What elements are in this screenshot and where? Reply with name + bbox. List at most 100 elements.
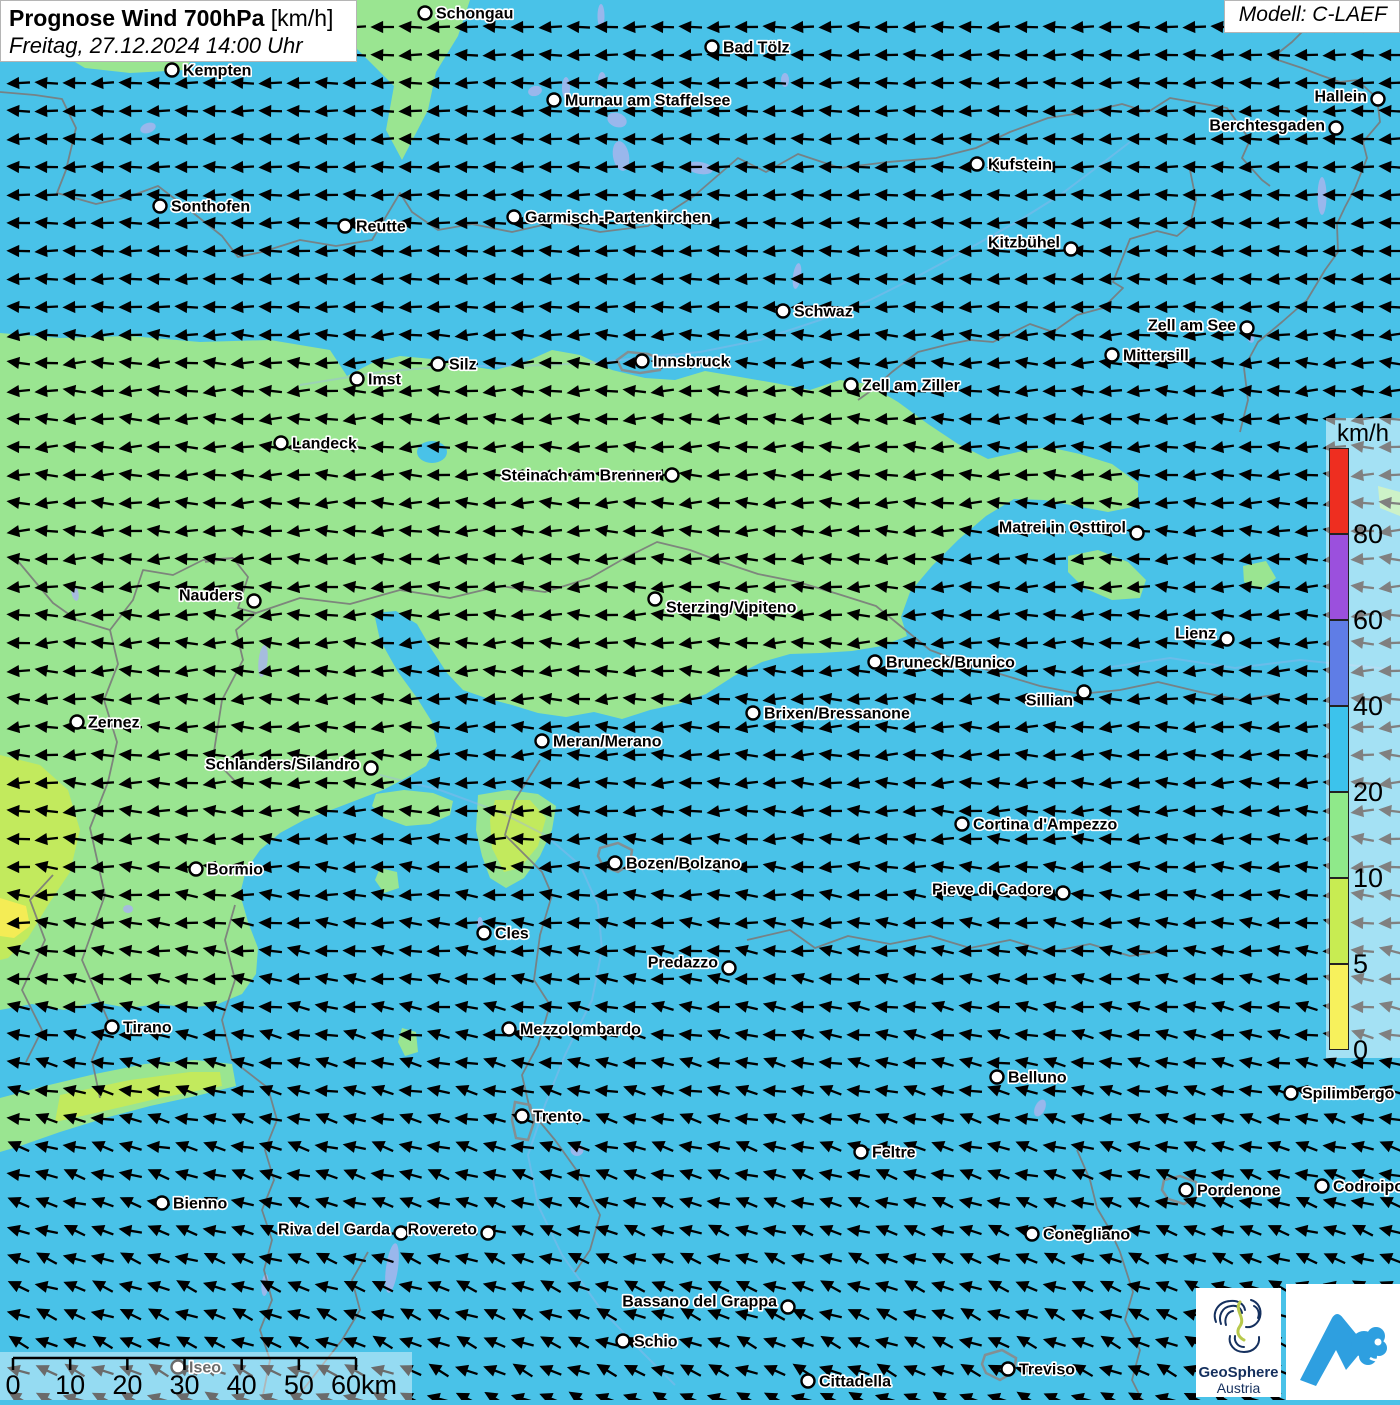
city-marker bbox=[1002, 1363, 1015, 1376]
city-marker bbox=[71, 716, 84, 729]
scalebar-label: 20 bbox=[112, 1370, 142, 1400]
scalebar-label: 30 bbox=[169, 1370, 199, 1400]
legend-tick-label: 40 bbox=[1353, 691, 1399, 721]
city-label: Silz bbox=[449, 357, 477, 374]
city-label: Sillian bbox=[1026, 693, 1073, 710]
city-label: Cortina d'Ampezzo bbox=[973, 817, 1117, 834]
city-marker bbox=[339, 220, 352, 233]
city-label: Mittersill bbox=[1123, 348, 1189, 365]
city-label: Lienz bbox=[1175, 626, 1216, 643]
legend-segment bbox=[1329, 706, 1349, 792]
city-label: Berchtesgaden bbox=[1209, 118, 1325, 135]
city-bruneck-brunico: Bruneck/Brunico bbox=[869, 655, 1016, 672]
city-label: Kufstein bbox=[988, 157, 1052, 174]
legend: km/h 806040201050 bbox=[1326, 418, 1400, 1058]
city-marker bbox=[1106, 349, 1119, 362]
city-label: Pordenone bbox=[1197, 1183, 1281, 1200]
city-marker bbox=[636, 355, 649, 368]
city-marker bbox=[869, 656, 882, 669]
city-label: Innsbruck bbox=[653, 354, 730, 371]
city-label: Tirano bbox=[123, 1020, 172, 1037]
city-label: Spilimbergo bbox=[1302, 1086, 1395, 1103]
geosphere-logo: GeoSphere Austria bbox=[1196, 1288, 1281, 1397]
city-marker bbox=[649, 593, 662, 606]
city-label: Meran/Merano bbox=[553, 734, 662, 751]
legend-tick-label: 0 bbox=[1353, 1035, 1399, 1065]
city-marker bbox=[365, 762, 378, 775]
city-label: Kitzbühel bbox=[988, 235, 1060, 252]
city-silz: Silz bbox=[432, 357, 477, 374]
map-title-unit: [km/h] bbox=[264, 5, 333, 31]
city-marker bbox=[516, 1110, 529, 1123]
city-marker bbox=[782, 1301, 795, 1314]
city-label: Bozen/Bolzano bbox=[626, 856, 741, 873]
city-marker bbox=[1316, 1180, 1329, 1193]
city-label: Bad Tölz bbox=[723, 40, 790, 57]
city-feltre: Feltre bbox=[855, 1145, 916, 1162]
legend-segment bbox=[1329, 878, 1349, 964]
legend-segment bbox=[1329, 448, 1349, 534]
legend-tick-label: 80 bbox=[1353, 519, 1399, 549]
city-marker bbox=[956, 818, 969, 831]
model-label: Modell: C-LAEF bbox=[1224, 0, 1400, 33]
city-marker bbox=[1330, 122, 1343, 135]
geosphere-country: Austria bbox=[1196, 1381, 1281, 1396]
city-marker bbox=[1131, 527, 1144, 540]
city-marker bbox=[777, 305, 790, 318]
scalebar-label: 50 bbox=[284, 1370, 314, 1400]
city-marker bbox=[248, 595, 261, 608]
city-label: Schongau bbox=[436, 6, 513, 23]
city-marker bbox=[166, 64, 179, 77]
city-cles: Cles bbox=[478, 926, 529, 943]
city-marker bbox=[351, 373, 364, 386]
city-marker bbox=[617, 1335, 630, 1348]
city-label: Imst bbox=[368, 372, 402, 389]
city-marker bbox=[1241, 322, 1254, 335]
city-marker bbox=[482, 1227, 495, 1240]
geosphere-contours-icon bbox=[1204, 1292, 1274, 1358]
city-marker bbox=[971, 158, 984, 171]
legend-tick-label: 20 bbox=[1353, 777, 1399, 807]
city-label: Zernez bbox=[88, 715, 140, 732]
city-marker bbox=[1180, 1184, 1193, 1197]
legend-segment bbox=[1329, 534, 1349, 620]
city-marker bbox=[802, 1375, 815, 1388]
city-label: Conegliano bbox=[1043, 1227, 1130, 1244]
legend-colorbar bbox=[1329, 448, 1349, 1050]
legend-unit: km/h bbox=[1326, 420, 1400, 448]
city-label: Garmisch-Partenkirchen bbox=[525, 210, 711, 227]
legend-segment bbox=[1329, 620, 1349, 706]
city-riva-del-garda: Riva del Garda bbox=[278, 1222, 408, 1240]
scalebar-label: 40 bbox=[227, 1370, 257, 1400]
city-marker bbox=[478, 927, 491, 940]
city-label: Codroipo bbox=[1333, 1179, 1400, 1196]
city-marker bbox=[1026, 1228, 1039, 1241]
city-label: Brixen/Bressanone bbox=[764, 706, 910, 723]
city-marker bbox=[432, 358, 445, 371]
city-label: Bassano del Grappa bbox=[622, 1294, 777, 1311]
city-marker bbox=[1221, 633, 1234, 646]
city-marker bbox=[845, 379, 858, 392]
city-label: Pieve di Cadore bbox=[932, 882, 1052, 899]
city-bozen-bolzano: Bozen/Bolzano bbox=[609, 856, 741, 873]
city-label: Schio bbox=[634, 1334, 678, 1351]
city-marker bbox=[723, 962, 736, 975]
city-marker bbox=[706, 41, 719, 54]
scalebar-label: 60km bbox=[331, 1370, 397, 1400]
city-marker bbox=[1372, 93, 1385, 106]
city-marker bbox=[503, 1023, 516, 1036]
city-label: Reutte bbox=[356, 219, 406, 236]
city-marker bbox=[548, 94, 561, 107]
city-steinach-am-brenner: Steinach am Brenner bbox=[501, 468, 679, 485]
title-box: Prognose Wind 700hPa [km/h] Freitag, 27.… bbox=[0, 0, 357, 62]
city-label: Murnau am Staffelsee bbox=[565, 93, 730, 110]
city-schlanders-silandro: Schlanders/Silandro bbox=[205, 757, 377, 775]
city-marker bbox=[275, 437, 288, 450]
weather-map-stage: SchongauBad TölzKemptenMurnau am Staffel… bbox=[0, 0, 1400, 1400]
city-mezzolombardo: Mezzolombardo bbox=[503, 1022, 642, 1039]
city-label: Trento bbox=[533, 1109, 582, 1126]
city-marker bbox=[855, 1146, 868, 1159]
city-label: Cittadella bbox=[819, 1374, 891, 1391]
city-label: Predazzo bbox=[648, 955, 718, 972]
city-marker bbox=[747, 707, 760, 720]
